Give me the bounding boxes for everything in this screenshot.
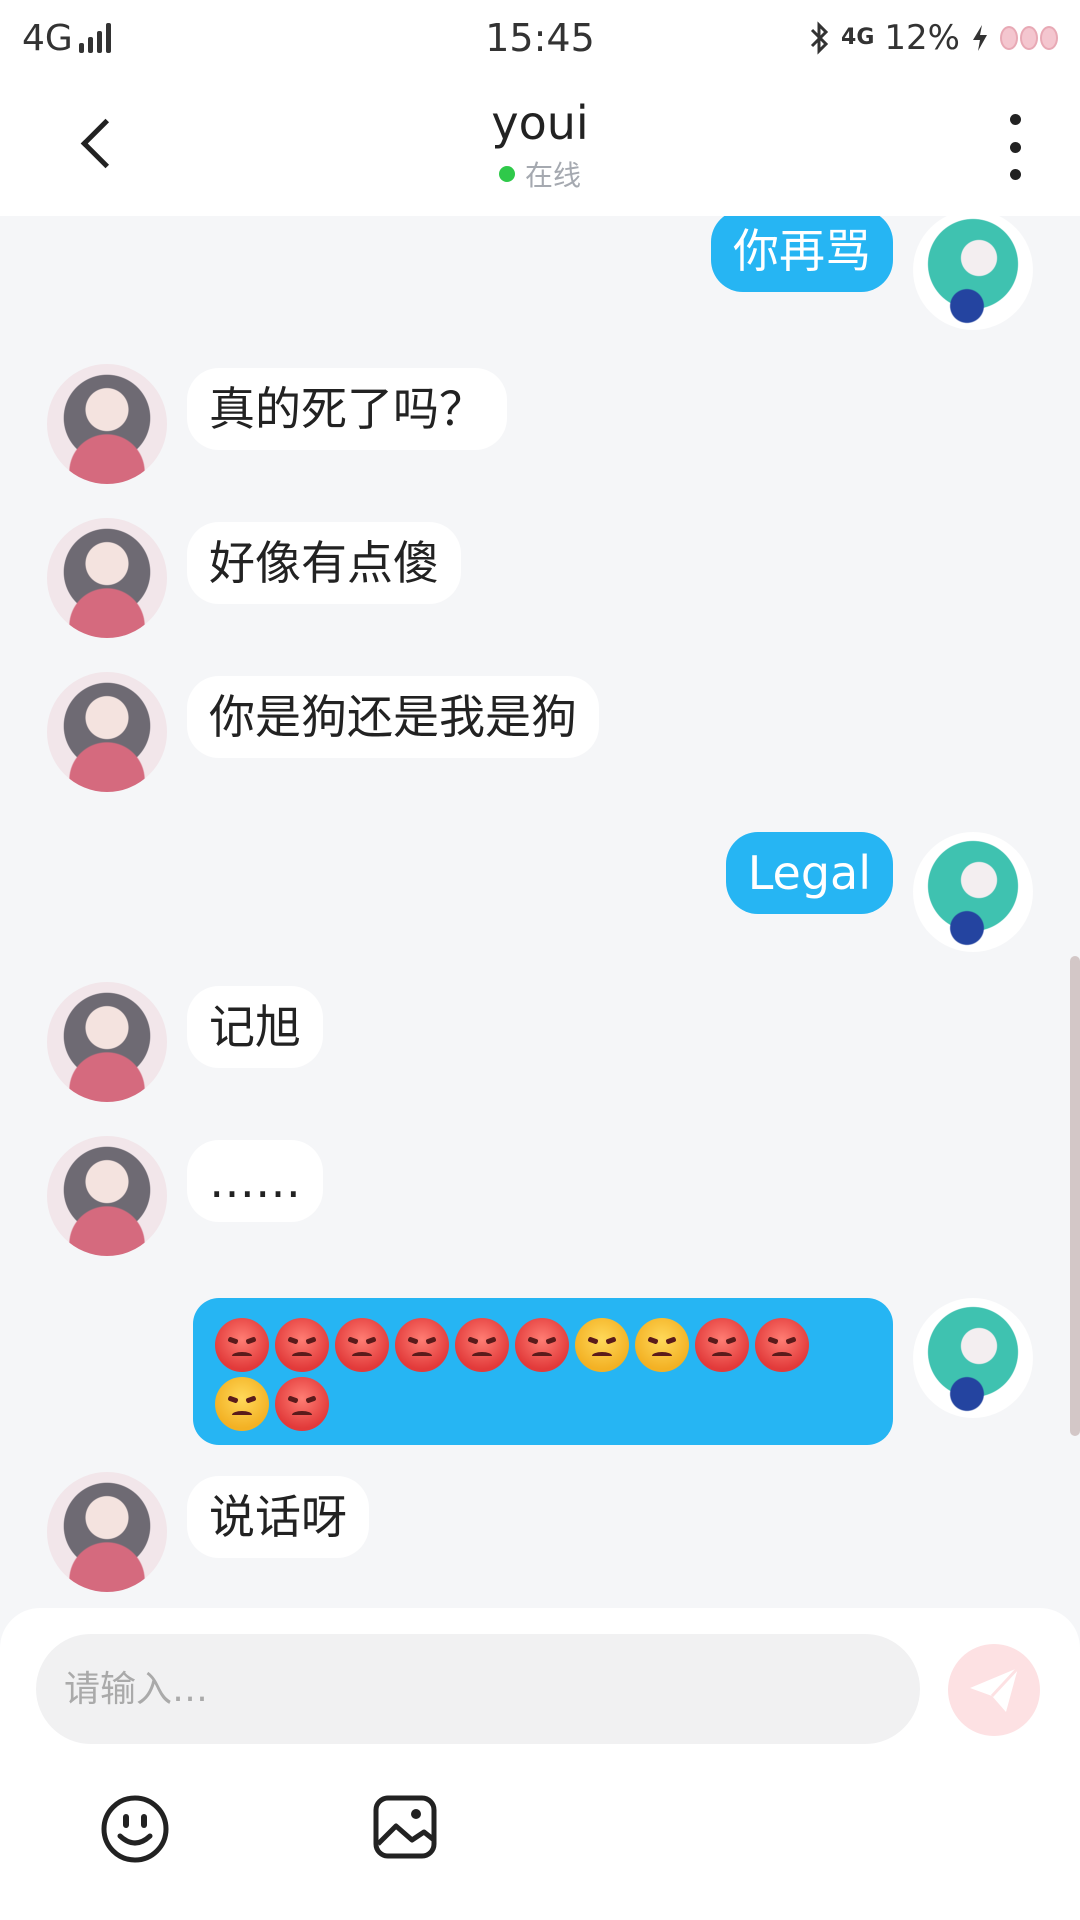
contact-avatar[interactable] xyxy=(47,1136,167,1256)
network-type: 4G xyxy=(22,17,73,59)
message-bubble[interactable]: 记旭 xyxy=(187,986,323,1068)
message-other: 好像有点傻 xyxy=(47,518,461,638)
angry-face-icon xyxy=(395,1317,449,1372)
huffing-face-icon xyxy=(575,1317,629,1372)
angry-face-icon xyxy=(695,1317,749,1372)
message-other: …… xyxy=(47,1136,323,1256)
huffing-face-icon xyxy=(635,1317,689,1372)
huffing-face-icon xyxy=(215,1377,269,1431)
emoji-icon[interactable] xyxy=(100,1794,170,1864)
online-status-label: 在线 xyxy=(524,159,581,192)
contact-avatar[interactable] xyxy=(47,364,167,484)
message-me: 你再骂 xyxy=(711,216,1033,330)
network-type-secondary: 4G xyxy=(841,25,875,50)
message-bubble[interactable]: …… xyxy=(187,1140,323,1222)
contact-avatar[interactable] xyxy=(47,518,167,638)
message-me xyxy=(193,1298,1033,1445)
contact-avatar[interactable] xyxy=(47,1472,167,1592)
message-bubble[interactable]: Legal xyxy=(725,832,893,914)
charging-icon xyxy=(973,25,987,51)
angry-face-icon xyxy=(335,1317,389,1372)
contact-avatar[interactable] xyxy=(47,672,167,792)
angry-face-icon xyxy=(215,1317,269,1372)
message-other: 你是狗还是我是狗 xyxy=(47,672,599,792)
message-bubble[interactable]: 好像有点傻 xyxy=(187,522,461,604)
status-bar: 4G 15:45 4G 12% xyxy=(0,0,1080,76)
message-bubble[interactable]: 你是狗还是我是狗 xyxy=(187,676,599,758)
status-icons: 4G 12% xyxy=(809,18,1058,58)
angry-face-icon xyxy=(755,1317,809,1372)
message-bubble[interactable]: 说话呀 xyxy=(187,1476,369,1558)
message-list[interactable]: 你再骂 真的死了吗？ 好像有点傻 你是狗还是我是狗 Legal 记旭 …… 说话… xyxy=(0,216,1080,1608)
message-other: 真的死了吗？ xyxy=(47,364,507,484)
message-other: 记旭 xyxy=(47,982,323,1102)
angry-face-icon xyxy=(275,1317,329,1372)
battery-icon xyxy=(1000,26,1058,50)
composer xyxy=(0,1608,1080,1920)
my-avatar[interactable] xyxy=(913,832,1033,952)
message-other: 说话呀 xyxy=(47,1472,369,1592)
emoji-message-bubble[interactable] xyxy=(193,1298,893,1445)
message-input[interactable] xyxy=(36,1634,920,1744)
my-avatar[interactable] xyxy=(913,1298,1033,1418)
my-avatar[interactable] xyxy=(913,216,1033,330)
angry-face-icon xyxy=(275,1377,329,1431)
battery-percent: 12% xyxy=(884,18,960,58)
chat-title-block: youi 在线 xyxy=(0,96,1080,194)
scrollbar[interactable] xyxy=(1070,956,1080,1436)
more-options-button[interactable] xyxy=(990,114,1040,180)
angry-face-icon xyxy=(455,1317,509,1372)
network-indicator: 4G xyxy=(22,18,111,59)
send-icon xyxy=(970,1666,1020,1712)
chat-header: youi 在线 xyxy=(0,76,1080,216)
bluetooth-icon xyxy=(810,21,829,55)
message-bubble[interactable]: 真的死了吗？ xyxy=(187,368,507,450)
online-dot-icon xyxy=(498,166,515,182)
send-button[interactable] xyxy=(948,1644,1040,1736)
chat-title: youi xyxy=(491,96,589,150)
message-bubble[interactable]: 你再骂 xyxy=(711,216,893,292)
contact-avatar[interactable] xyxy=(47,982,167,1102)
angry-face-icon xyxy=(515,1317,569,1372)
message-me: Legal xyxy=(725,832,1033,952)
online-status: 在线 xyxy=(498,154,581,194)
image-icon[interactable] xyxy=(372,1794,438,1860)
signal-icon xyxy=(78,23,111,53)
